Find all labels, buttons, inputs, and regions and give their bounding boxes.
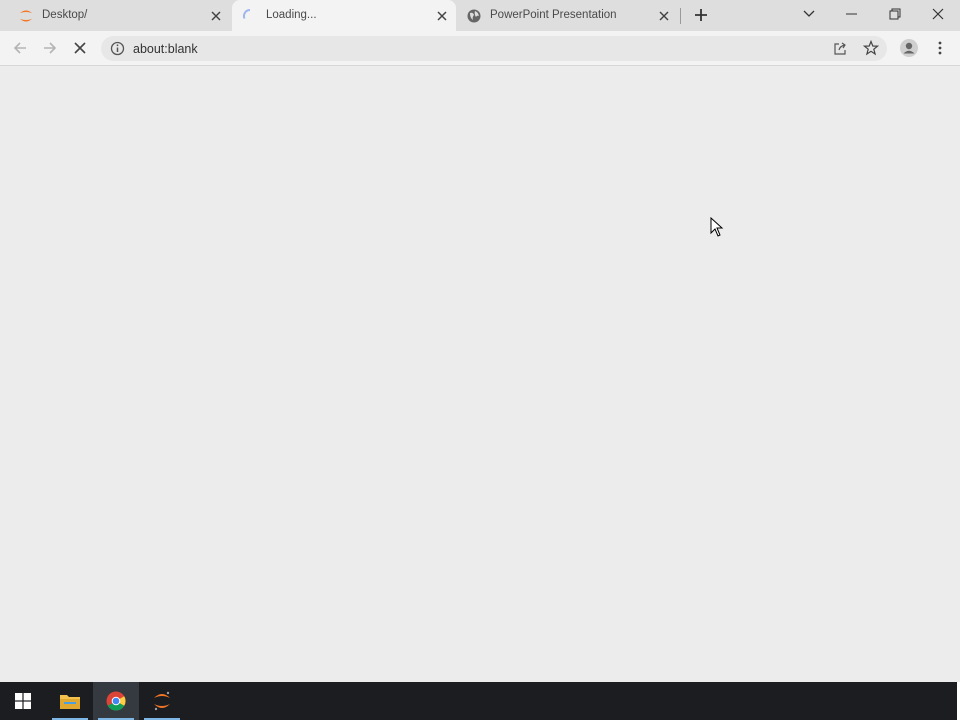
- new-tab-button[interactable]: [689, 3, 713, 27]
- tab-search-button[interactable]: [787, 0, 831, 28]
- restore-button[interactable]: [873, 0, 917, 28]
- page-content: [0, 67, 960, 682]
- plus-icon: [695, 9, 707, 21]
- url-text: about:blank: [133, 42, 198, 56]
- restore-icon: [889, 8, 901, 20]
- menu-button[interactable]: [928, 36, 952, 60]
- close-tab-icon[interactable]: [208, 8, 224, 24]
- minimize-icon: [846, 13, 857, 15]
- stop-loading-button[interactable]: [68, 36, 92, 60]
- tab-separator: [680, 8, 681, 24]
- info-icon[interactable]: [110, 41, 125, 56]
- jupyter-icon: [154, 691, 170, 711]
- more-vertical-icon: [938, 41, 942, 55]
- close-window-button[interactable]: [916, 0, 960, 28]
- arrow-left-icon: [13, 42, 26, 54]
- tab-loading[interactable]: Loading...: [232, 0, 456, 31]
- close-tab-icon[interactable]: [434, 8, 450, 24]
- avatar-icon: [900, 39, 918, 57]
- star-icon[interactable]: [863, 40, 879, 56]
- mouse-cursor-icon: [710, 217, 724, 237]
- close-icon: [932, 8, 944, 20]
- browser-toolbar: about:blank: [0, 31, 960, 66]
- start-button[interactable]: [0, 682, 46, 720]
- share-icon[interactable]: [833, 41, 848, 56]
- profile-button[interactable]: [897, 36, 921, 60]
- arrow-right-icon: [44, 42, 57, 54]
- chrome-icon: [106, 691, 126, 711]
- forward-button[interactable]: [38, 36, 62, 60]
- taskbar-jupyter[interactable]: [139, 682, 185, 720]
- chevron-down-icon: [803, 10, 815, 17]
- address-bar[interactable]: about:blank: [101, 36, 887, 61]
- taskbar-chrome[interactable]: [93, 682, 139, 720]
- tab-label: PowerPoint Presentation: [490, 9, 617, 21]
- folder-icon: [60, 695, 80, 709]
- back-button[interactable]: [8, 36, 32, 60]
- close-icon: [74, 42, 86, 54]
- jupyter-icon: [20, 10, 32, 22]
- taskbar: [0, 682, 960, 720]
- tab-powerpoint[interactable]: PowerPoint Presentation: [456, 0, 678, 31]
- tab-label: Desktop/: [42, 9, 88, 21]
- close-tab-icon[interactable]: [656, 8, 672, 24]
- windows-icon: [15, 693, 31, 709]
- minimize-button[interactable]: [830, 0, 874, 28]
- tab-label: Loading...: [266, 9, 317, 21]
- globe-icon: [467, 9, 481, 23]
- taskbar-file-explorer[interactable]: [47, 682, 93, 720]
- tab-strip: Desktop/ Loading... PowerPoint Presentat…: [0, 0, 960, 31]
- loading-spinner-icon: [242, 8, 251, 19]
- tab-desktop[interactable]: Desktop/: [8, 0, 230, 31]
